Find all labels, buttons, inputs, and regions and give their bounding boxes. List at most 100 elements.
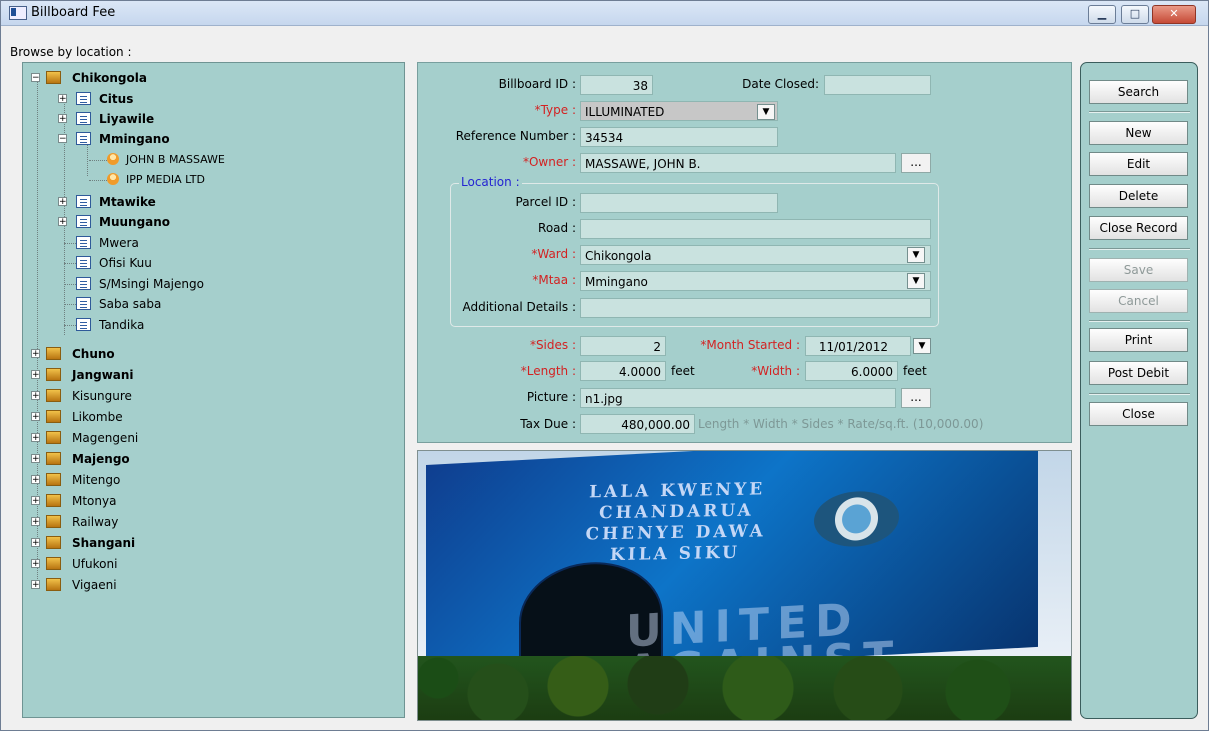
tree-item-likombe[interactable]: + Likombe xyxy=(31,407,381,427)
document-icon xyxy=(76,195,91,208)
owner-field[interactable]: MASSAWE, JOHN B. xyxy=(580,153,896,173)
print-button[interactable]: Print xyxy=(1089,328,1188,352)
folder-icon xyxy=(46,347,61,360)
folder-icon xyxy=(46,452,61,465)
location-group-title: Location : xyxy=(459,175,522,189)
post-debit-button[interactable]: Post Debit xyxy=(1089,361,1188,385)
tree-item-majengo[interactable]: + Majengo xyxy=(31,449,381,469)
parcel-id-field[interactable] xyxy=(580,193,778,213)
tree-item-railway[interactable]: + Railway xyxy=(31,512,381,532)
folder-icon xyxy=(46,389,61,402)
tree-item-label: Magengeni xyxy=(72,431,139,445)
billboard-id-label: Billboard ID : xyxy=(498,77,576,91)
expand-icon[interactable]: + xyxy=(58,217,67,227)
edit-button[interactable]: Edit xyxy=(1089,152,1188,176)
tree-item-label: Shangani xyxy=(72,536,136,550)
user-icon xyxy=(107,173,119,185)
date-closed-field[interactable] xyxy=(824,75,931,95)
search-button[interactable]: Search xyxy=(1089,80,1188,104)
tree-item-label: Ofisi Kuu xyxy=(99,256,152,270)
close-button[interactable]: Close xyxy=(1089,402,1188,426)
expand-icon[interactable]: + xyxy=(31,433,40,443)
tree-item-label: Liyawile xyxy=(99,112,155,126)
close-record-button[interactable]: Close Record xyxy=(1089,216,1188,240)
tree-item-label: Tandika xyxy=(99,318,145,332)
tree-item-mmingano[interactable]: − Mmingano xyxy=(58,129,378,149)
month-started-field[interactable]: 11/01/2012 xyxy=(805,336,911,356)
minimize-button[interactable]: ▁ xyxy=(1088,5,1116,24)
calendar-dropdown-icon[interactable]: ▼ xyxy=(913,338,931,354)
folder-icon xyxy=(46,368,61,381)
road-field[interactable] xyxy=(580,219,931,239)
tree-item-liyawile[interactable]: + Liyawile xyxy=(58,109,378,129)
collapse-icon[interactable]: − xyxy=(31,73,40,83)
chevron-down-icon[interactable]: ▼ xyxy=(907,273,925,289)
maximize-button[interactable]: □ xyxy=(1121,5,1149,24)
ward-dropdown[interactable]: Chikongola xyxy=(580,245,931,265)
tree-item-citus[interactable]: + Citus xyxy=(58,89,378,109)
width-field[interactable]: 6.0000 xyxy=(805,361,898,381)
additional-details-field[interactable] xyxy=(580,298,931,318)
expand-icon[interactable]: + xyxy=(31,475,40,485)
tree-item-muungano[interactable]: + Muungano xyxy=(58,212,378,232)
tree-item-mtonya[interactable]: + Mtonya xyxy=(31,491,381,511)
close-window-button[interactable]: ✕ xyxy=(1152,5,1196,24)
tree-item-saba-saba[interactable]: Saba saba xyxy=(58,294,378,314)
tree-item-jangwani[interactable]: + Jangwani xyxy=(31,365,381,385)
save-button[interactable]: Save xyxy=(1089,258,1188,282)
tree-item-ofisi-kuu[interactable]: Ofisi Kuu xyxy=(58,253,378,273)
tree-item-ufukoni[interactable]: + Ufukoni xyxy=(31,554,381,574)
window-app-icon xyxy=(9,6,27,20)
length-field[interactable]: 4.0000 xyxy=(580,361,666,381)
expand-icon[interactable]: + xyxy=(31,454,40,464)
folder-icon xyxy=(46,494,61,507)
tree-item-s-msingi-majengo[interactable]: S/Msingi Majengo xyxy=(58,274,378,294)
expand-icon[interactable]: + xyxy=(31,370,40,380)
expand-icon[interactable]: + xyxy=(31,580,40,590)
tree-item-john-b-massawe[interactable]: JOHN B MASSAWE xyxy=(89,150,369,170)
billboard-id-field[interactable]: 38 xyxy=(580,75,653,95)
expand-icon[interactable]: + xyxy=(31,412,40,422)
expand-icon[interactable]: + xyxy=(31,496,40,506)
expand-icon[interactable]: + xyxy=(31,538,40,548)
collapse-icon[interactable]: − xyxy=(58,134,67,144)
tree-item-mtawike[interactable]: + Mtawike xyxy=(58,192,378,212)
tree-item-magengeni[interactable]: + Magengeni xyxy=(31,428,381,448)
expand-icon[interactable]: + xyxy=(31,559,40,569)
tree-item-kisungure[interactable]: + Kisungure xyxy=(31,386,381,406)
expand-icon[interactable]: + xyxy=(58,197,67,207)
tree-item-chikongola[interactable]: − Chikongola xyxy=(31,68,381,88)
expand-icon[interactable]: + xyxy=(58,94,67,104)
tree-item-mitengo[interactable]: + Mitengo xyxy=(31,470,381,490)
document-icon xyxy=(76,112,91,125)
reference-number-field[interactable]: 34534 xyxy=(580,127,778,147)
picture-browse-button[interactable]: ... xyxy=(901,388,931,408)
cancel-button[interactable]: Cancel xyxy=(1089,289,1188,313)
tree-item-tandika[interactable]: Tandika xyxy=(58,315,378,335)
width-label: *Width : xyxy=(751,364,800,378)
owner-browse-button[interactable]: ... xyxy=(901,153,931,173)
expand-icon[interactable]: + xyxy=(31,391,40,401)
tree-item-shangani[interactable]: + Shangani xyxy=(31,533,381,553)
tree-item-label: Likombe xyxy=(72,410,123,424)
expand-icon[interactable]: + xyxy=(31,349,40,359)
mtaa-dropdown[interactable]: Mmingano xyxy=(580,271,931,291)
tree-item-ipp-media-ltd[interactable]: IPP MEDIA LTD xyxy=(89,170,369,190)
location-tree[interactable]: − Chikongola + Citus + Liyawile − Mmingano J… xyxy=(22,62,405,718)
button-separator xyxy=(1089,320,1190,322)
picture-field[interactable]: n1.jpg xyxy=(580,388,896,408)
expand-icon[interactable]: + xyxy=(31,517,40,527)
document-icon xyxy=(76,92,91,105)
expand-icon[interactable]: + xyxy=(58,114,67,124)
type-dropdown[interactable]: ILLUMINATED xyxy=(580,101,778,121)
tree-item-vigaeni[interactable]: + Vigaeni xyxy=(31,575,381,595)
folder-icon xyxy=(46,473,61,486)
delete-button[interactable]: Delete xyxy=(1089,184,1188,208)
chevron-down-icon[interactable]: ▼ xyxy=(757,104,775,120)
tree-item-mwera[interactable]: Mwera xyxy=(58,233,378,253)
document-icon xyxy=(76,236,91,249)
chevron-down-icon[interactable]: ▼ xyxy=(907,247,925,263)
sides-field[interactable]: 2 xyxy=(580,336,666,356)
tree-item-chuno[interactable]: + Chuno xyxy=(31,344,381,364)
new-button[interactable]: New xyxy=(1089,121,1188,145)
